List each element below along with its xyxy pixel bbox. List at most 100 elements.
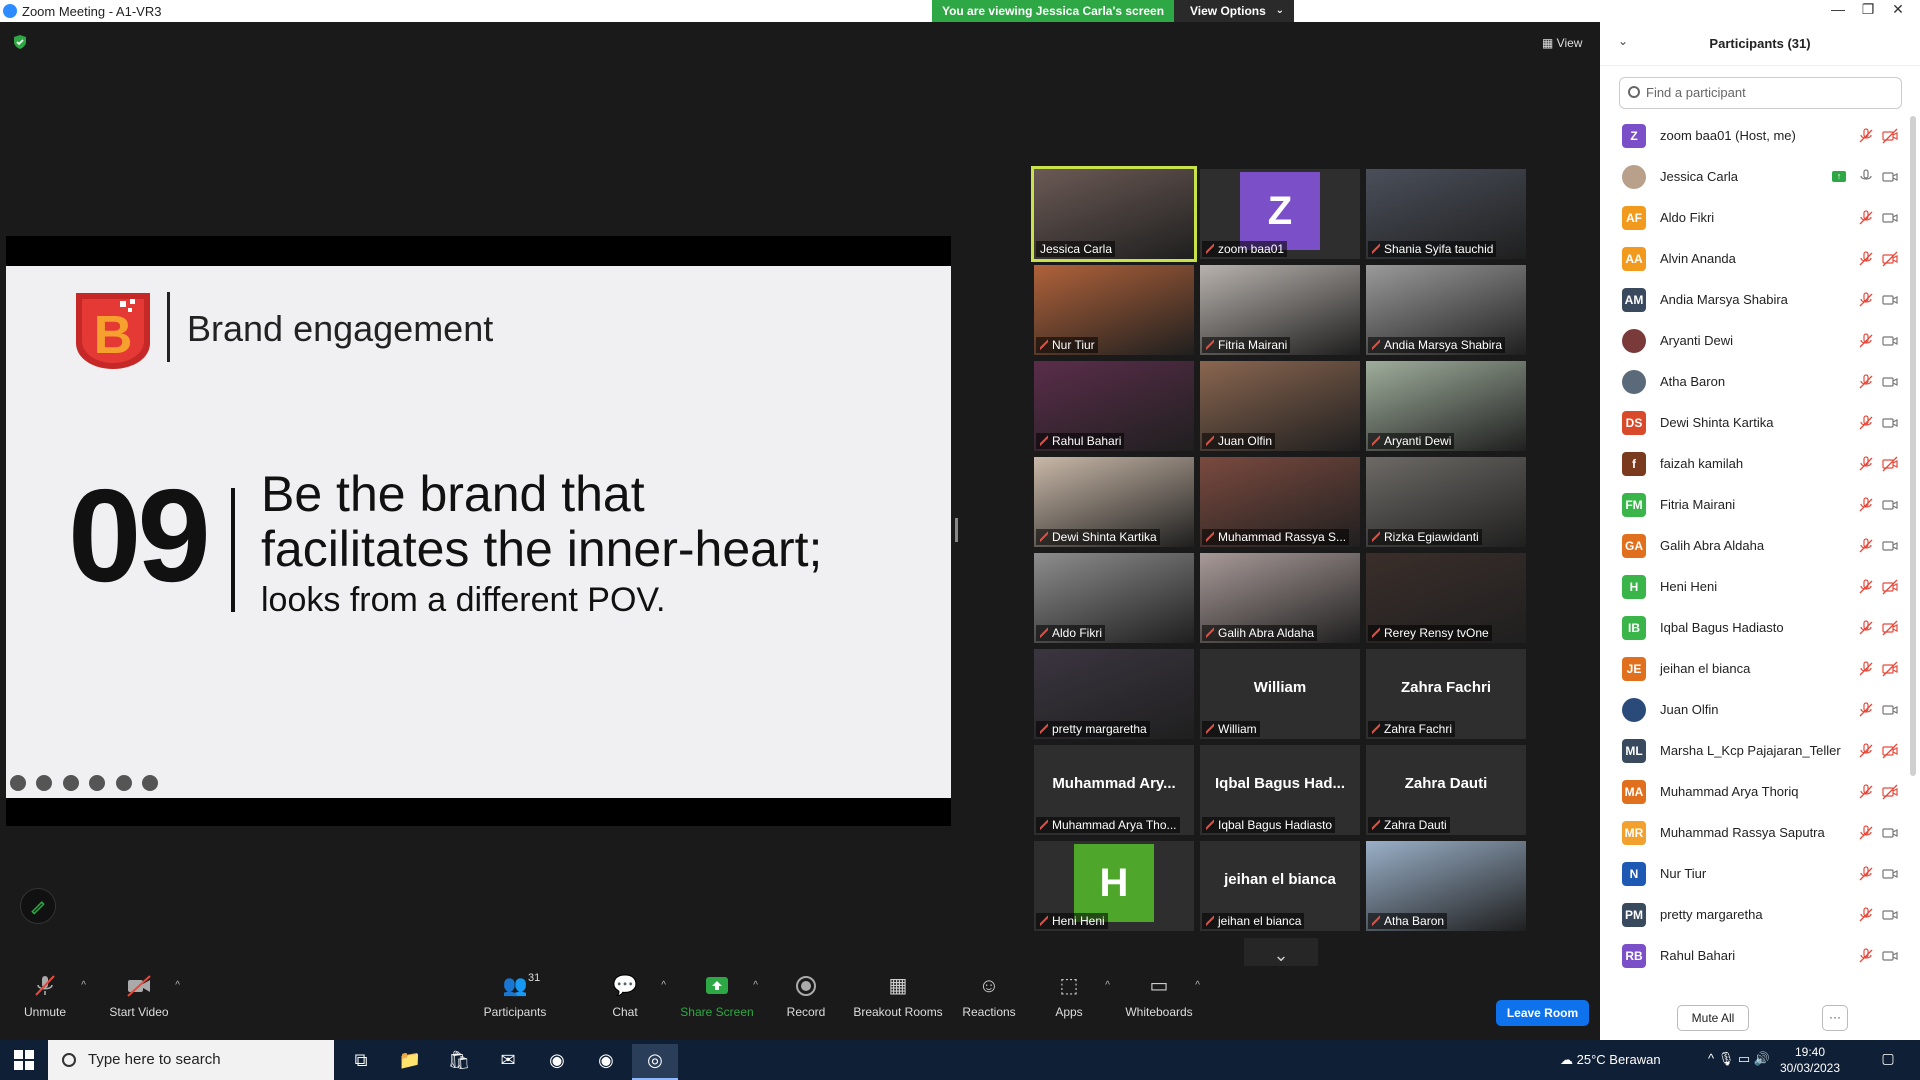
muted-microphone-icon[interactable] [1858,784,1874,800]
chrome-icon[interactable]: ◉ [534,1044,580,1080]
muted-microphone-icon[interactable] [1858,907,1874,923]
video-icon[interactable] [1882,415,1898,431]
video-off-icon[interactable] [1882,456,1898,472]
participant-list-item[interactable]: IB Iqbal Bagus Hadiasto [1600,608,1908,649]
participant-list-item[interactable]: JE jeihan el bianca [1600,649,1908,690]
more-options-icon[interactable] [115,774,132,791]
participant-list-item[interactable]: FM Fitria Mairani [1600,485,1908,526]
video-off-icon[interactable] [1882,661,1898,677]
muted-microphone-icon[interactable] [1858,415,1874,431]
participant-list-item[interactable]: PM pretty margaretha [1600,895,1908,936]
participant-list-item[interactable]: AM Andia Marsya Shabira [1600,280,1908,321]
video-icon[interactable] [1882,907,1898,923]
participant-list-item[interactable]: Jessica Carla ↑ [1600,157,1908,198]
close-button[interactable]: ✕ [1878,1,1918,21]
video-off-icon[interactable] [1882,251,1898,267]
participant-list-item[interactable]: MR Muhammad Rassya Saputra [1600,813,1908,854]
panel-resize-handle[interactable] [955,518,958,542]
participant-list-item[interactable]: N Nur Tiur [1600,854,1908,895]
video-icon[interactable] [1882,825,1898,841]
participant-list-item[interactable]: DS Dewi Shinta Kartika [1600,403,1908,444]
file-explorer-icon[interactable]: 📁 [387,1044,433,1080]
participant-tile[interactable]: Rerey Rensy tvOne [1366,553,1526,643]
unmute-button[interactable]: Unmute ^ [0,974,90,1034]
chat-button[interactable]: 💬 Chat ^ [580,974,670,1034]
next-slide-icon[interactable] [142,774,159,791]
participant-list-item[interactable]: RB Rahul Bahari [1600,936,1908,977]
participant-tile[interactable]: Iqbal Bagus Had... Iqbal Bagus Hadiasto [1200,745,1360,835]
participant-list-item[interactable]: H Heni Heni [1600,567,1908,608]
muted-microphone-icon[interactable] [1858,661,1874,677]
video-off-icon[interactable] [1882,128,1898,144]
view-options-button[interactable]: View Options ⌄ [1174,0,1294,22]
video-options-caret[interactable]: ^ [175,980,180,991]
annotate-button[interactable] [20,888,56,924]
participant-tile[interactable]: Jessica Carla [1031,166,1197,262]
video-icon[interactable] [1882,374,1898,390]
video-icon[interactable] [1882,948,1898,964]
participant-tile[interactable]: Muhammad Ary... Muhammad Arya Tho... [1034,745,1194,835]
video-icon[interactable] [1882,866,1898,882]
participant-tile[interactable]: Dewi Shinta Kartika [1034,457,1194,547]
muted-microphone-icon[interactable] [1858,948,1874,964]
participant-list-item[interactable]: Zzoom baa01 (Host, me) [1600,116,1908,157]
participant-tile[interactable]: Rahul Bahari [1034,361,1194,451]
participant-tile[interactable]: Muhammad Rassya S... [1200,457,1360,547]
participant-tile[interactable]: Rizka Egiawidanti [1366,457,1526,547]
participant-list-item[interactable]: Juan Olfin [1600,690,1908,731]
chrome-profile-icon[interactable]: ◉ [583,1044,629,1080]
muted-microphone-icon[interactable] [1858,251,1874,267]
participant-tile[interactable]: Zahra Dauti Zahra Dauti [1366,745,1526,835]
reactions-button[interactable]: ☺ Reactions [944,974,1034,1034]
participant-tile[interactable]: Juan Olfin [1200,361,1360,451]
microphone-tray-icon[interactable]: 🎙 [1718,1051,1738,1066]
muted-microphone-icon[interactable] [1858,128,1874,144]
mute-all-button[interactable]: Mute All [1677,1005,1749,1031]
whiteboard-options-caret[interactable]: ^ [1195,980,1200,991]
tray-chevron-icon[interactable]: ^ [1708,1051,1718,1066]
muted-microphone-icon[interactable] [1858,825,1874,841]
participant-list-item[interactable]: f faizah kamilah [1600,444,1908,485]
participant-list-item[interactable]: AF Aldo Fikri [1600,198,1908,239]
microphone-icon[interactable] [1858,169,1874,185]
video-icon[interactable] [1882,538,1898,554]
video-off-icon[interactable] [1882,579,1898,595]
muted-microphone-icon[interactable] [1858,702,1874,718]
participant-tile[interactable]: Zzoom baa01 [1200,169,1360,259]
taskbar-clock[interactable]: 19:40 30/03/2023 [1765,1044,1855,1076]
system-tray[interactable]: ^ 🎙 ▭ 🔊 [1708,1051,1770,1067]
participant-tile[interactable]: Galih Abra Aldaha [1200,553,1360,643]
muted-microphone-icon[interactable] [1858,743,1874,759]
chat-options-caret[interactable]: ^ [661,980,666,991]
participant-tile[interactable]: Andia Marsya Shabira [1366,265,1526,355]
apps-options-caret[interactable]: ^ [1105,980,1110,991]
record-button[interactable]: Record [761,974,851,1034]
video-icon[interactable] [1882,333,1898,349]
pen-tool-icon[interactable] [36,774,53,791]
task-view-icon[interactable]: ⧉ [338,1044,384,1080]
video-off-icon[interactable] [1882,743,1898,759]
encryption-shield-icon[interactable] [12,34,28,50]
captions-icon[interactable] [62,774,79,791]
view-button[interactable]: ▦ View [1536,32,1588,54]
participant-search-input[interactable]: Find a participant [1619,77,1902,109]
whiteboards-button[interactable]: ▭ Whiteboards ^ [1114,974,1204,1034]
more-options-button[interactable]: ··· [1822,1005,1848,1031]
apps-button[interactable]: ⬚ Apps ^ [1024,974,1114,1034]
leave-room-button[interactable]: Leave Room [1496,1000,1589,1026]
participant-tile[interactable]: Aryanti Dewi [1366,361,1526,451]
participants-button[interactable]: 👥 31 Participants [470,972,560,1034]
participant-tile[interactable]: jeihan el bianca jeihan el bianca [1200,841,1360,931]
camera-icon[interactable] [89,774,106,791]
video-icon[interactable] [1882,210,1898,226]
muted-microphone-icon[interactable] [1858,333,1874,349]
participant-tile[interactable]: Atha Baron [1366,841,1526,931]
participant-tile[interactable]: William William [1200,649,1360,739]
video-off-icon[interactable] [1882,620,1898,636]
participant-list-item[interactable]: MA Muhammad Arya Thoriq [1600,772,1908,813]
start-video-button[interactable]: Start Video ^ [94,974,184,1034]
muted-microphone-icon[interactable] [1858,497,1874,513]
muted-microphone-icon[interactable] [1858,620,1874,636]
zoom-icon[interactable]: ◎ [632,1044,678,1080]
muted-microphone-icon[interactable] [1858,292,1874,308]
